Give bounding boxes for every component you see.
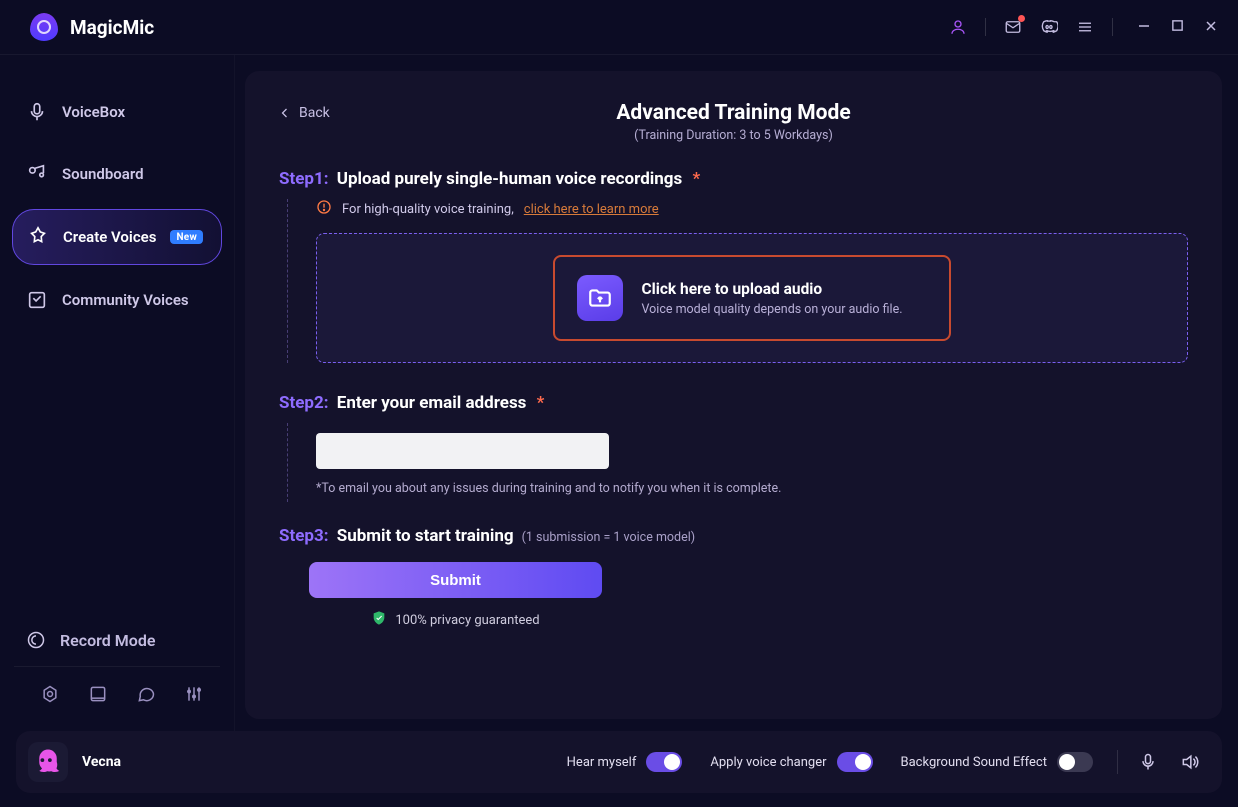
- page-subtitle: (Training Duration: 3 to 5 Workdays): [279, 128, 1188, 143]
- apply-voice-label: Apply voice changer: [710, 755, 826, 770]
- apply-voice-toggle[interactable]: [837, 752, 873, 772]
- sidebar-item-label: Soundboard: [62, 165, 144, 183]
- mic-icon[interactable]: [1138, 752, 1158, 772]
- bg-sound-label: Background Sound Effect: [901, 755, 1047, 770]
- step3-label: Step3: Submit to start training: [279, 526, 514, 546]
- active-voice-name: Vecna: [82, 754, 121, 770]
- hear-myself-label: Hear myself: [567, 755, 637, 770]
- speaker-icon[interactable]: [1180, 752, 1200, 772]
- sidebar-item-soundboard[interactable]: Soundboard: [12, 147, 222, 201]
- magicmic-icon: [30, 13, 58, 41]
- hear-myself-toggle[interactable]: [646, 752, 682, 772]
- footer-bar: Vecna Hear myself Apply voice changer Ba…: [16, 731, 1222, 793]
- sidebar-item-label: Community Voices: [62, 291, 189, 309]
- active-voice-avatar[interactable]: [28, 742, 68, 782]
- warning-icon: [316, 199, 332, 219]
- app-name: MagicMic: [70, 16, 154, 39]
- new-badge: New: [170, 230, 203, 244]
- upload-button[interactable]: Click here to upload audio Voice model q…: [553, 255, 950, 341]
- step1-label: Step1: Upload purely single-human voice …: [279, 169, 1188, 189]
- submit-button[interactable]: Submit: [309, 562, 602, 598]
- user-icon[interactable]: [949, 18, 967, 36]
- email-input[interactable]: [316, 433, 609, 469]
- menu-icon[interactable]: [1076, 18, 1094, 36]
- app-logo: MagicMic: [30, 13, 154, 41]
- upload-dropzone[interactable]: Click here to upload audio Voice model q…: [316, 233, 1188, 363]
- sidebar-item-label: VoiceBox: [62, 103, 125, 121]
- shield-check-icon: [371, 610, 387, 630]
- settings-icon[interactable]: [40, 683, 60, 705]
- panel-icon[interactable]: [88, 683, 108, 705]
- bg-sound-toggle[interactable]: [1057, 752, 1093, 772]
- back-button[interactable]: Back: [279, 105, 330, 121]
- content-panel: Back Advanced Training Mode (Training Du…: [245, 71, 1222, 719]
- window-close[interactable]: [1204, 19, 1218, 36]
- page-title: Advanced Training Mode: [279, 101, 1188, 125]
- sidebar: VoiceBox Soundboard Create Voices New Co…: [0, 55, 235, 731]
- back-label: Back: [299, 105, 330, 121]
- record-mode-label: Record Mode: [60, 631, 155, 650]
- upload-subtitle: Voice model quality depends on your audi…: [641, 302, 902, 317]
- email-hint: *To email you about any issues during tr…: [316, 481, 1188, 496]
- discord-icon[interactable]: [1040, 18, 1058, 36]
- upload-title: Click here to upload audio: [641, 280, 822, 298]
- mail-icon[interactable]: [1004, 18, 1022, 36]
- window-minimize[interactable]: [1137, 19, 1151, 36]
- chat-icon[interactable]: [136, 683, 156, 705]
- upload-folder-icon: [577, 275, 623, 321]
- window-maximize[interactable]: [1171, 19, 1184, 36]
- record-mode-button[interactable]: Record Mode: [0, 614, 234, 666]
- equalizer-icon[interactable]: [184, 683, 204, 705]
- titlebar: MagicMic: [0, 0, 1238, 55]
- sidebar-item-community-voices[interactable]: Community Voices: [12, 273, 222, 327]
- sidebar-item-label: Create Voices: [63, 228, 156, 246]
- learn-more-link[interactable]: click here to learn more: [524, 202, 659, 217]
- step1-tip: For high-quality voice training, click h…: [316, 199, 1188, 219]
- sidebar-item-voicebox[interactable]: VoiceBox: [12, 85, 222, 139]
- step3-note: (1 submission = 1 voice model): [522, 530, 696, 545]
- sidebar-item-create-voices[interactable]: Create Voices New: [12, 209, 222, 265]
- step2-label: Step2: Enter your email address *: [279, 393, 1188, 413]
- privacy-note: 100% privacy guaranteed: [309, 610, 602, 630]
